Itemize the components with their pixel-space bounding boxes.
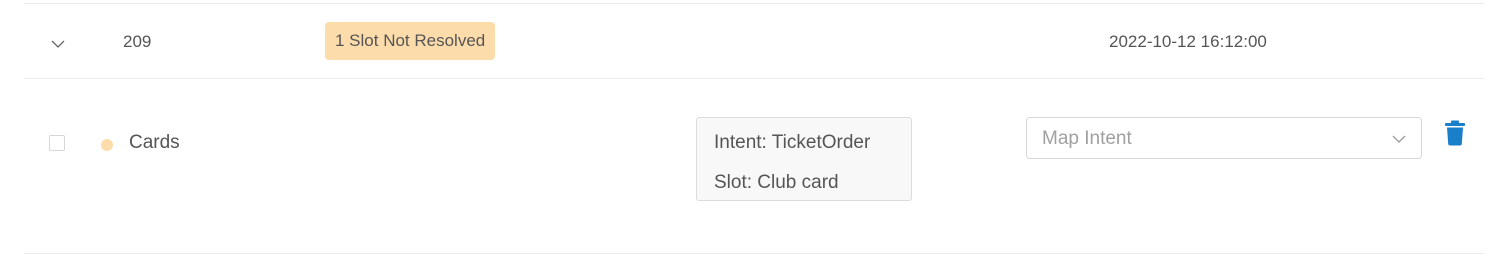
status-dot <box>101 139 113 151</box>
child-row: Cards Intent: TicketOrder Slot: Club car… <box>0 79 1504 253</box>
map-intent-placeholder: Map Intent <box>1042 128 1132 149</box>
intent-slot-info: Intent: TicketOrder Slot: Club card <box>696 117 912 201</box>
slot-line: Slot: Club card <box>714 172 839 193</box>
bottom-divider <box>24 253 1484 254</box>
utterance-label: Cards <box>129 132 180 153</box>
chevron-down-icon[interactable] <box>48 34 68 54</box>
group-row[interactable]: 209 1 Slot Not Resolved 2022-10-12 16:12… <box>24 4 1484 78</box>
map-intent-select[interactable]: Map Intent <box>1026 117 1422 159</box>
chevron-down-icon <box>1391 131 1407 147</box>
status-badge: 1 Slot Not Resolved <box>325 22 496 60</box>
page: 209 1 Slot Not Resolved 2022-10-12 16:12… <box>0 0 1504 267</box>
row-checkbox[interactable] <box>49 135 65 151</box>
intent-line: Intent: TicketOrder <box>714 132 871 153</box>
row-id: 209 <box>123 32 152 51</box>
timestamp: 2022-10-12 16:12:00 <box>1109 32 1267 51</box>
trash-icon[interactable] <box>1443 120 1467 146</box>
